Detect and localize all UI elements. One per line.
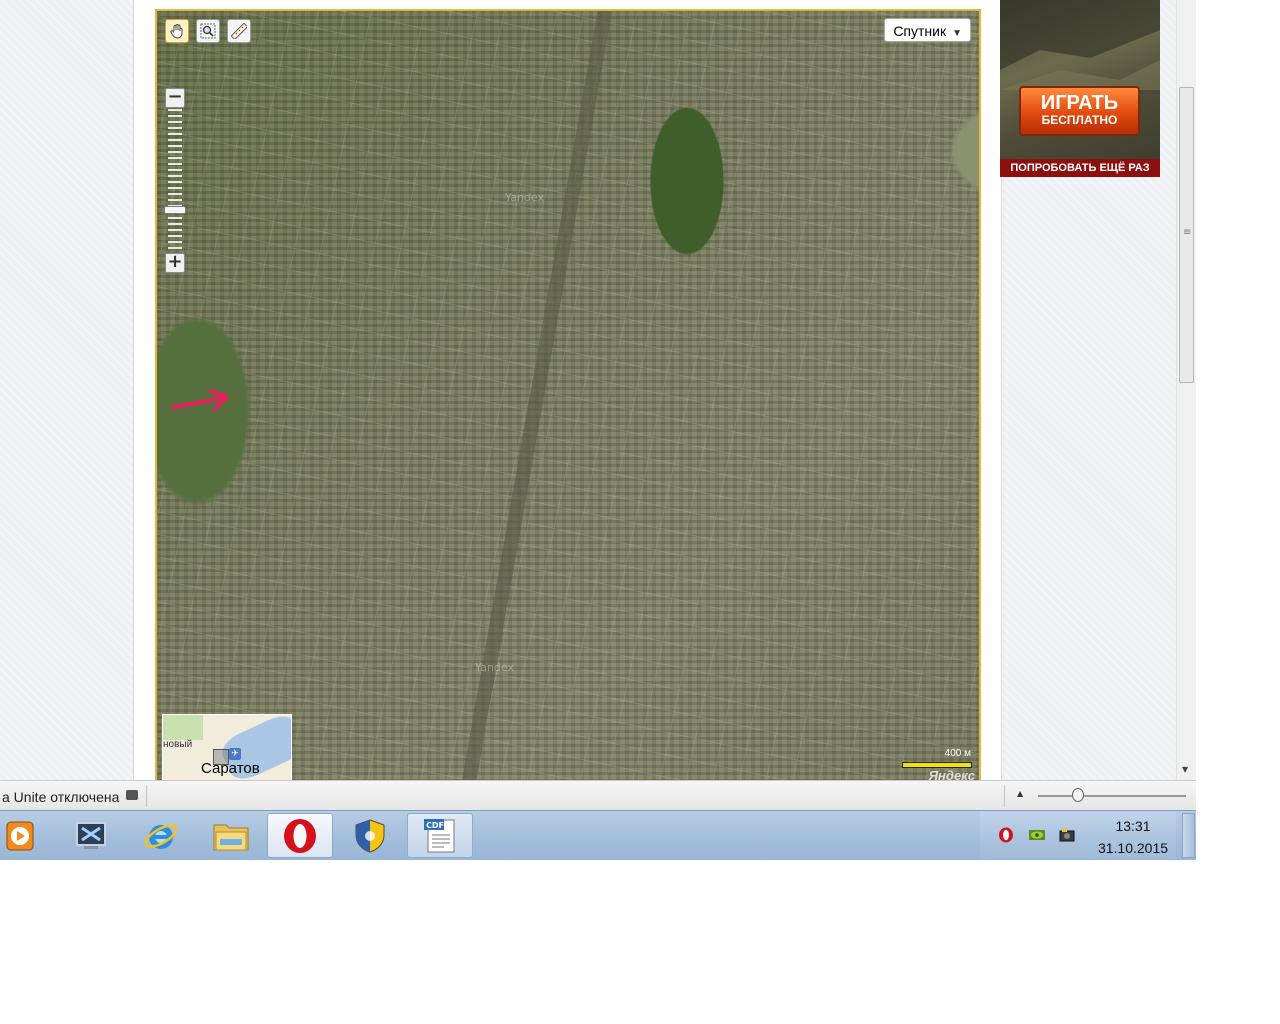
- folder-icon: [213, 824, 249, 850]
- svg-text:CDF: CDF: [426, 821, 444, 830]
- zoom-slider-track[interactable]: [168, 109, 182, 252]
- ad-background-art: [1000, 0, 1160, 90]
- camera-tray-icon[interactable]: [1059, 827, 1075, 843]
- taskbar-explorer[interactable]: [198, 813, 264, 858]
- ad-retry-strip[interactable]: ПОПРОБОВАТЬ ЕЩЁ РАЗ: [1000, 159, 1160, 177]
- taskbar-media-player[interactable]: [0, 813, 46, 858]
- clock-date[interactable]: 31.10.2015: [1092, 840, 1174, 856]
- opera-tray-icon[interactable]: [998, 827, 1014, 843]
- vertical-scrollbar[interactable]: ≡ ▼: [1176, 0, 1196, 780]
- taskbar-cdf-document[interactable]: CDF: [407, 813, 473, 858]
- scrollbar-thumb[interactable]: ≡: [1179, 87, 1194, 383]
- scroll-down-arrow-icon[interactable]: ▼: [1182, 765, 1188, 774]
- taskbar-security[interactable]: [337, 813, 403, 858]
- status-separator: [146, 785, 147, 807]
- cdf-document-icon: CDF: [424, 818, 455, 852]
- minimap-label: новый: [163, 739, 193, 750]
- windows-taskbar: CDF 13:31 31.10.2015: [0, 810, 1196, 860]
- shield-icon: [355, 818, 385, 853]
- remote-terminal-icon: [76, 821, 106, 849]
- ad-banner[interactable]: ИГРАТЬ БЕСПЛАТНО ПОПРОБОВАТЬ ЕЩЁ РАЗ: [1000, 0, 1160, 177]
- yandex-logo[interactable]: Яндекс: [929, 768, 975, 780]
- browser-status-bar: a Unite отключена ▲: [0, 780, 1196, 810]
- nvidia-icon[interactable]: [1029, 827, 1045, 843]
- unite-status-text[interactable]: a Unite отключена: [2, 789, 119, 805]
- camera-icon[interactable]: [126, 790, 138, 800]
- internet-explorer-icon: [144, 823, 178, 849]
- map-watermark: Yandex: [505, 191, 544, 204]
- satellite-map[interactable]: Yandex Yandex Спутник ▼ − + новый ✈ Сара…: [155, 9, 981, 780]
- magnifier-tool-button[interactable]: [196, 19, 220, 43]
- airport-icon: ✈: [229, 748, 241, 760]
- show-desktop-button[interactable]: [1182, 813, 1195, 858]
- browser-page: Yandex Yandex Спутник ▼ − + новый ✈ Сара…: [0, 0, 1196, 780]
- opera-icon: [284, 818, 316, 853]
- grip-icon: ≡: [1183, 227, 1192, 238]
- overview-minimap[interactable]: новый ✈ Саратов: [162, 714, 292, 780]
- layer-select[interactable]: Спутник ▼: [884, 18, 971, 42]
- hand-icon: [170, 24, 183, 39]
- status-separator: [1004, 785, 1005, 807]
- layer-select-value: Спутник: [893, 23, 947, 39]
- clock-time[interactable]: 13:31: [1098, 818, 1168, 834]
- dropdown-arrow-icon: ▼: [952, 28, 962, 39]
- taskbar-remote-terminal[interactable]: [58, 813, 124, 858]
- zoom-out-button[interactable]: −: [165, 88, 185, 108]
- taskbar-opera[interactable]: [267, 813, 333, 858]
- zoom-slider-thumb[interactable]: [164, 206, 186, 214]
- play-free-button[interactable]: ИГРАТЬ БЕСПЛАТНО: [1019, 86, 1140, 136]
- page-zoom-thumb[interactable]: [1072, 788, 1084, 802]
- minimap-city-label: Саратов: [201, 760, 260, 777]
- map-watermark: Yandex: [475, 661, 514, 674]
- page-zoom-slider[interactable]: [1038, 795, 1186, 797]
- taskbar-internet-explorer[interactable]: [128, 813, 194, 858]
- zoom-panel-arrow-icon[interactable]: ▲: [1017, 789, 1023, 798]
- hand-tool-button[interactable]: [165, 19, 189, 43]
- ruler-tool-button[interactable]: [227, 19, 251, 43]
- ruler-icon: [231, 23, 247, 39]
- zoom-in-button[interactable]: +: [165, 253, 185, 273]
- magnifier-icon: [200, 23, 216, 39]
- scale-label: 400 м: [944, 748, 971, 759]
- media-player-icon: [6, 821, 34, 850]
- annotation-arrow-icon: [171, 389, 229, 411]
